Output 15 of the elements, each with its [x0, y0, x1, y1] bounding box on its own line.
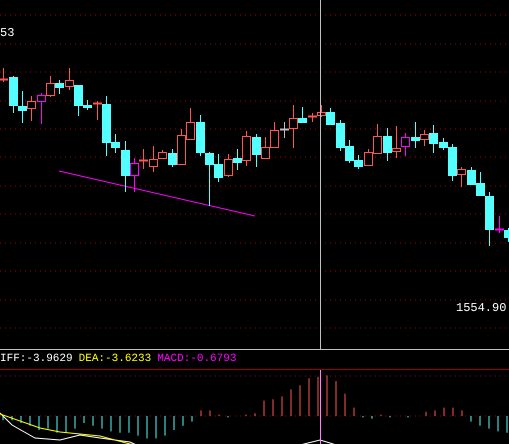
- indicator-value: MACD:-0.6793: [157, 354, 236, 365]
- candlestick: [27, 96, 36, 122]
- candlestick: [383, 128, 392, 162]
- candlestick: [392, 126, 401, 158]
- candlestick: [18, 90, 27, 124]
- candlestick: [317, 104, 326, 118]
- indicator-value: IFF:-3.9629: [0, 354, 73, 365]
- candlestick: [196, 114, 205, 156]
- candlestick: [224, 154, 233, 178]
- candlestick: [467, 166, 476, 186]
- price-label: 1554.90: [456, 302, 506, 314]
- candlestick: [186, 108, 195, 140]
- indicator-value: DEA:-3.6233: [78, 354, 152, 365]
- candlestick: [401, 132, 410, 156]
- price-label: 53: [0, 27, 14, 39]
